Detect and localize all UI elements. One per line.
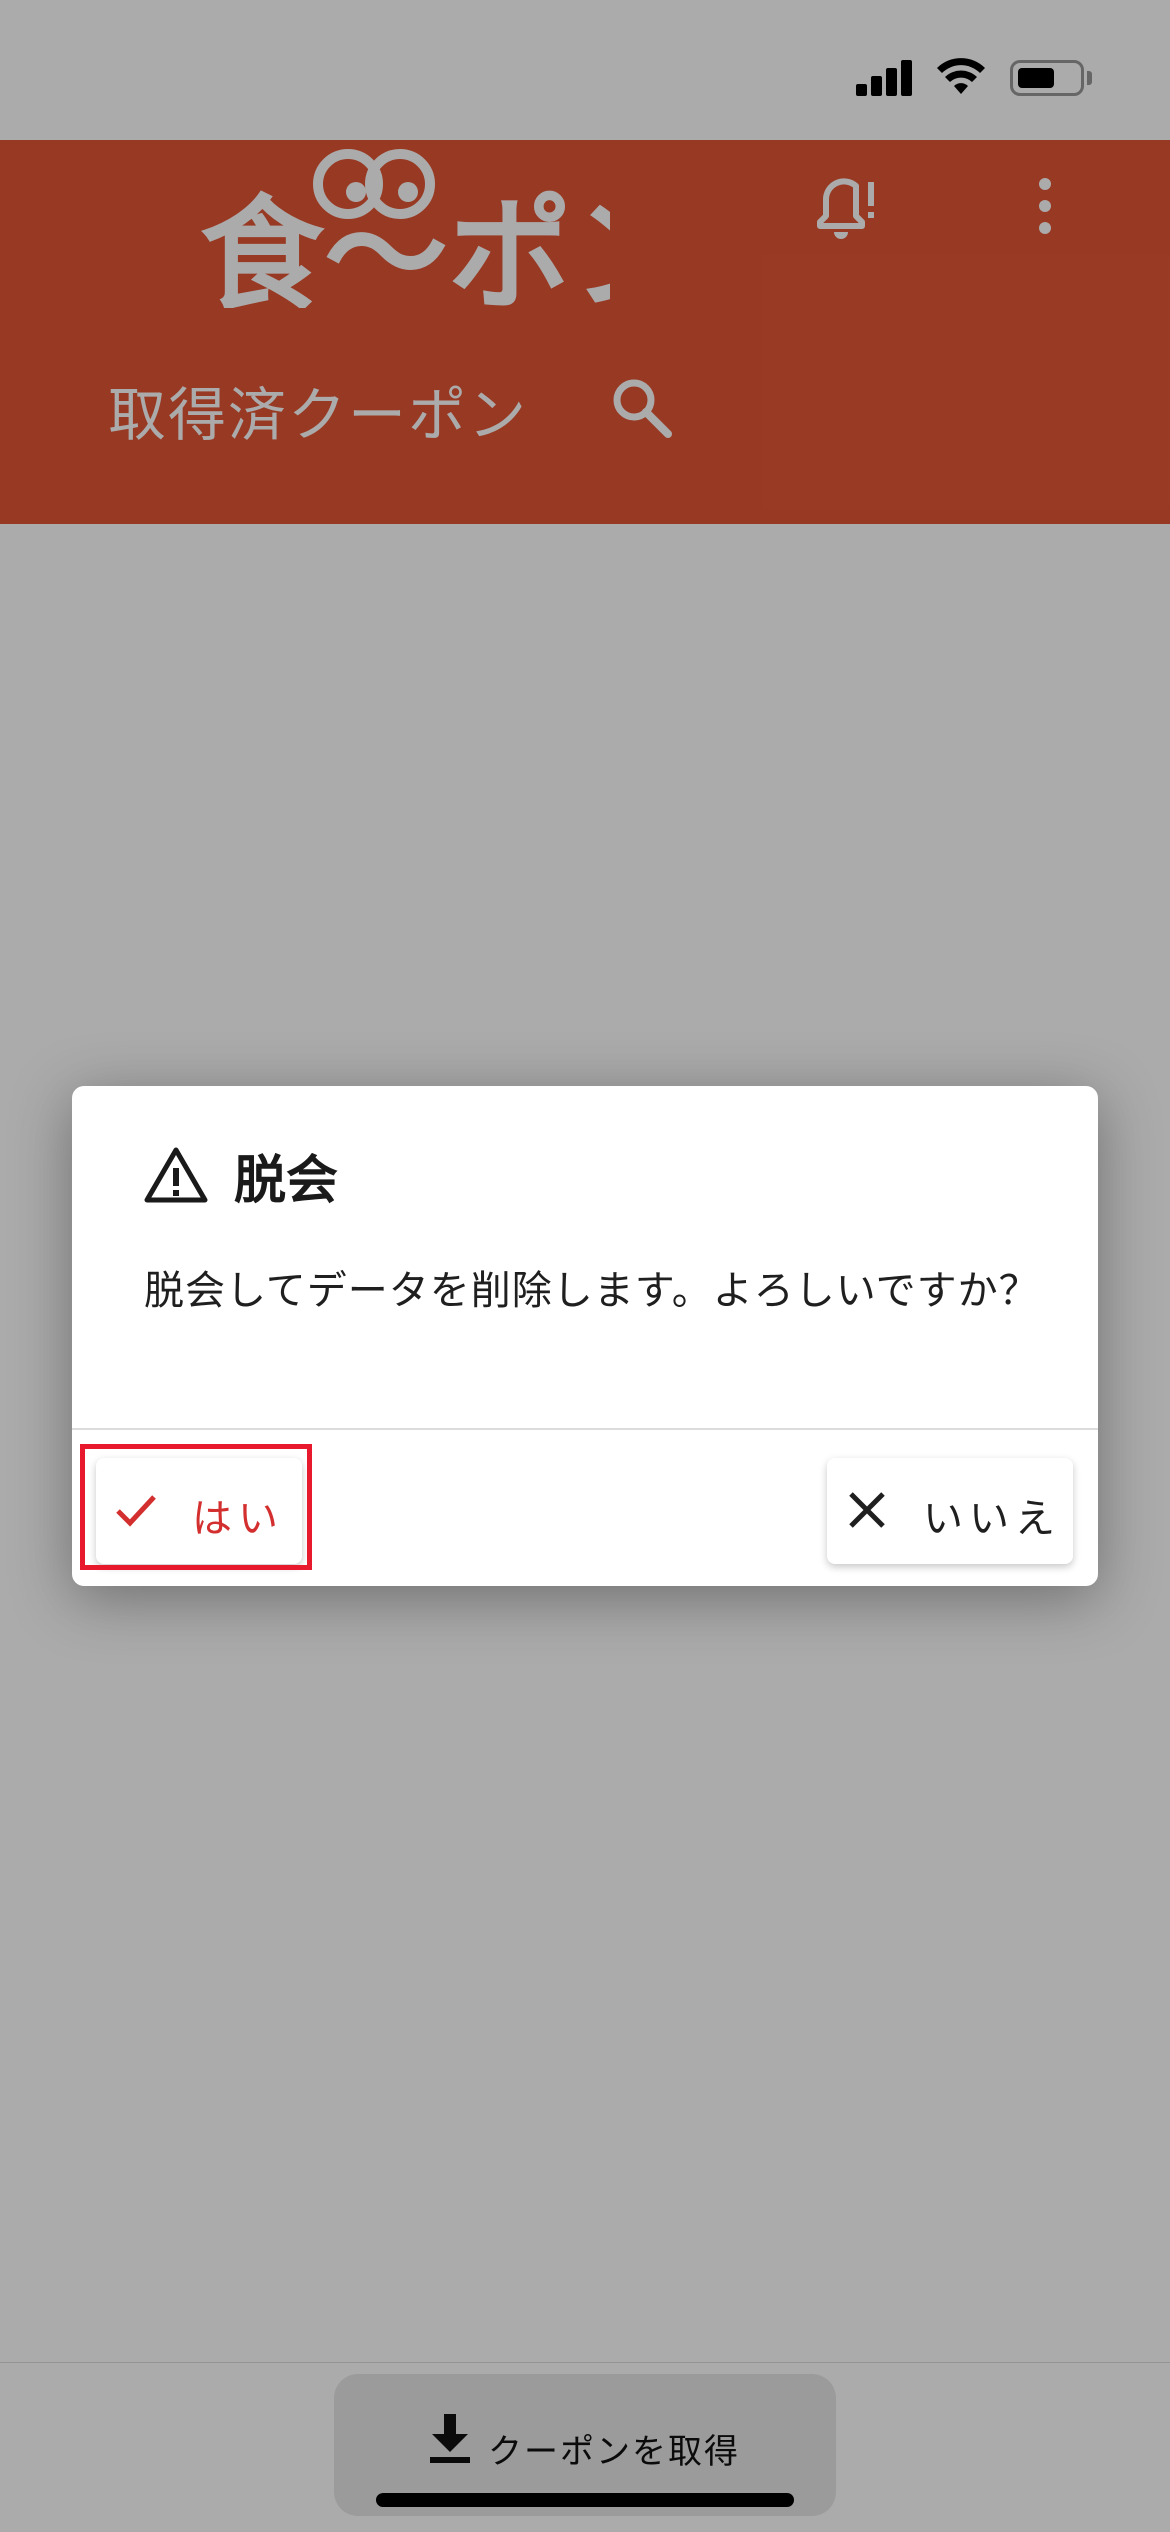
dialog-message: 脱会してデータを削除します。よろしいですか？ <box>144 1268 1040 1314</box>
withdraw-dialog: 脱会 脱会してデータを削除します。よろしいですか？ はい いいえ <box>72 1086 1098 1586</box>
close-icon <box>849 1492 885 1528</box>
highlight-box <box>80 1444 312 1570</box>
warning-icon <box>144 1147 208 1203</box>
dialog-divider <box>72 1428 1098 1430</box>
no-button-label: いいえ <box>923 1497 1061 1541</box>
no-button[interactable]: いいえ <box>827 1458 1073 1564</box>
dialog-title: 脱会 <box>234 1151 339 1211</box>
